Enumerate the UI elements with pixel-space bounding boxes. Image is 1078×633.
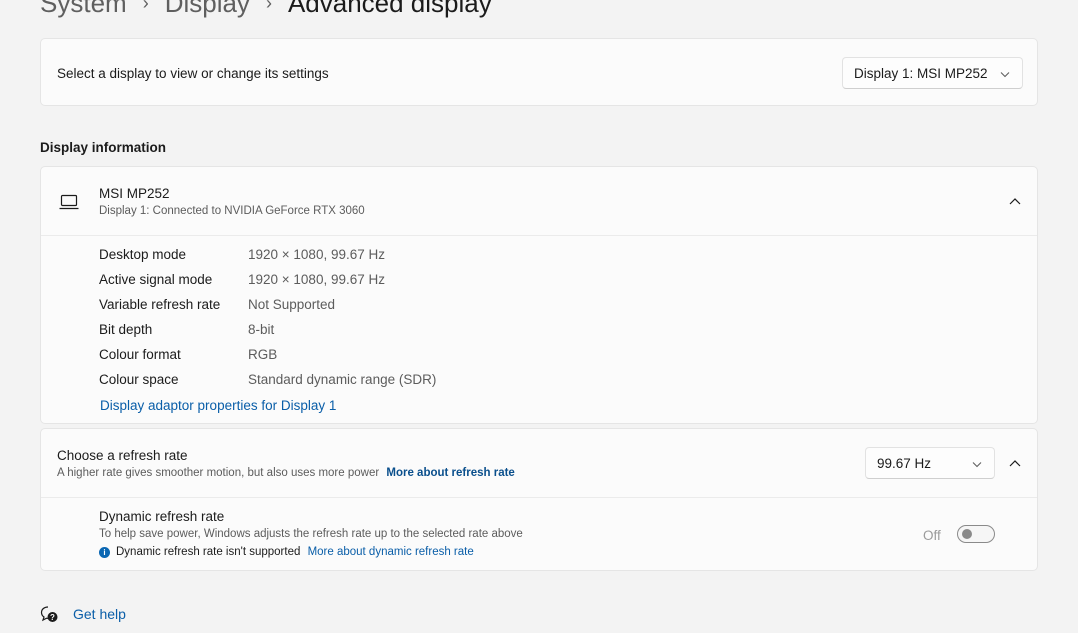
info-label-desktop-mode: Desktop mode <box>99 247 187 262</box>
breadcrumb-display[interactable]: Display <box>165 0 250 19</box>
toggle-knob <box>962 529 972 539</box>
monitor-subtitle: Display 1: Connected to NVIDIA GeForce R… <box>99 205 365 217</box>
display-info-header[interactable]: MSI MP252 Display 1: Connected to NVIDIA… <box>41 167 1037 235</box>
display-select-dropdown[interactable]: Display 1: MSI MP252 <box>842 57 1023 89</box>
chevron-right-icon: › <box>142 0 149 13</box>
dynamic-refresh-description: To help save power, Windows adjusts the … <box>99 528 523 540</box>
divider <box>41 235 1037 236</box>
svg-text:?: ? <box>50 613 55 622</box>
refresh-rate-card: Choose a refresh rate A higher rate give… <box>40 428 1038 571</box>
chevron-right-icon: › <box>265 0 272 13</box>
breadcrumb: System › Display › Advanced display <box>40 0 492 20</box>
info-label-variable-refresh-rate: Variable refresh rate <box>99 297 221 312</box>
page-title: Advanced display <box>287 0 492 18</box>
refresh-rate-value: 99.67 Hz <box>877 455 932 471</box>
info-value-variable-refresh-rate: Not Supported <box>248 297 336 312</box>
more-about-refresh-rate-link[interactable]: More about refresh rate <box>386 467 514 479</box>
dynamic-refresh-info: Dynamic refresh rate isn't supported Mor… <box>116 546 474 558</box>
info-value-bit-depth: 8-bit <box>248 322 275 337</box>
info-value-active-signal-mode: 1920 × 1080, 99.67 Hz <box>248 272 385 287</box>
divider <box>41 497 1037 498</box>
select-display-label: Select a display to view or change its s… <box>57 66 329 81</box>
chevron-up-icon[interactable] <box>1005 191 1025 211</box>
info-value-colour-space: Standard dynamic range (SDR) <box>248 372 437 387</box>
info-label-active-signal-mode: Active signal mode <box>99 272 213 287</box>
help-icon: ? <box>40 605 58 628</box>
display-information-card: MSI MP252 Display 1: Connected to NVIDIA… <box>40 166 1038 424</box>
more-about-dynamic-refresh-link[interactable]: More about dynamic refresh rate <box>308 546 474 558</box>
dynamic-refresh-toggle-label: Off <box>923 528 941 543</box>
refresh-rate-header: Choose a refresh rate A higher rate give… <box>41 429 1037 497</box>
monitor-name: MSI MP252 <box>99 186 170 201</box>
refresh-rate-dropdown[interactable]: 99.67 Hz <box>865 447 995 479</box>
refresh-rate-title: Choose a refresh rate <box>57 448 188 463</box>
select-display-card: Select a display to view or change its s… <box>40 38 1038 106</box>
info-icon: i <box>99 547 110 558</box>
info-value-desktop-mode: 1920 × 1080, 99.67 Hz <box>248 247 385 262</box>
chevron-down-icon <box>1000 66 1010 81</box>
display-select-value: Display 1: MSI MP252 <box>854 65 988 81</box>
info-label-colour-space: Colour space <box>99 372 179 387</box>
refresh-rate-description: A higher rate gives smoother motion, but… <box>57 467 515 479</box>
dynamic-refresh-toggle[interactable] <box>957 525 995 543</box>
chevron-up-icon[interactable] <box>1005 453 1025 473</box>
refresh-rate-description-text: A higher rate gives smoother motion, but… <box>57 467 380 479</box>
monitor-icon <box>59 194 79 215</box>
info-label-bit-depth: Bit depth <box>99 322 153 337</box>
dynamic-refresh-title: Dynamic refresh rate <box>99 509 225 524</box>
info-label-colour-format: Colour format <box>99 347 181 362</box>
chevron-down-icon <box>972 456 982 471</box>
get-help-link[interactable]: Get help <box>73 606 126 622</box>
display-information-heading: Display information <box>40 140 167 155</box>
adaptor-properties-link[interactable]: Display adaptor properties for Display 1 <box>100 398 336 413</box>
dynamic-refresh-info-text: Dynamic refresh rate isn't supported <box>116 546 301 558</box>
info-value-colour-format: RGB <box>248 347 278 362</box>
breadcrumb-system[interactable]: System <box>40 0 127 19</box>
